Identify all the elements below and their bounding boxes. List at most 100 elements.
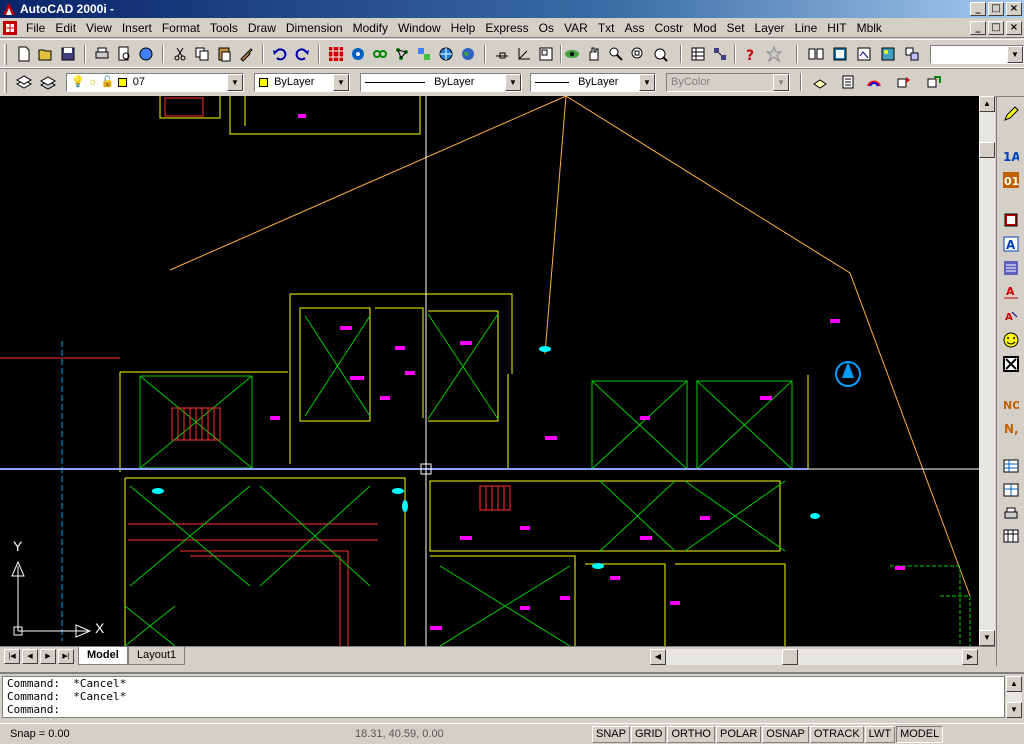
menu-insert[interactable]: Insert <box>122 21 152 35</box>
print-preview-button[interactable] <box>114 44 134 64</box>
menu-txt[interactable]: Txt <box>598 21 615 35</box>
text-a-button[interactable]: A <box>1001 234 1021 254</box>
close-button[interactable]: × <box>1006 2 1022 16</box>
status-polar-button[interactable]: POLAR <box>716 726 762 743</box>
help-button[interactable]: ? <box>740 44 760 64</box>
next-tab-icon[interactable]: ▶ <box>40 649 56 664</box>
properties-button[interactable] <box>688 44 708 64</box>
layer-color-button[interactable] <box>864 72 884 92</box>
status-osnap-button[interactable]: OSNAP <box>762 726 809 743</box>
autocad-today-button[interactable] <box>326 44 346 64</box>
menu-help[interactable]: Help <box>451 21 476 35</box>
drawing-canvas[interactable]: Y X <box>0 96 979 646</box>
linetype-combo[interactable]: ByLayer ▼ <box>360 73 522 92</box>
horizontal-scroll-thumb[interactable] <box>782 649 798 665</box>
menu-dimension[interactable]: Dimension <box>286 21 343 35</box>
maximize-button[interactable]: □ <box>988 2 1004 16</box>
design-center-button[interactable] <box>370 44 390 64</box>
publish-button[interactable] <box>136 44 156 64</box>
menu-line[interactable]: Line <box>795 21 818 35</box>
text-1a-button[interactable]: 1A <box>1001 146 1021 166</box>
menu-set[interactable]: Set <box>727 21 745 35</box>
list-button[interactable] <box>1001 258 1021 278</box>
previous-tab-icon[interactable]: ◀ <box>22 649 38 664</box>
xref-button[interactable] <box>902 44 922 64</box>
color-dropdown-icon[interactable]: ▼ <box>333 74 349 91</box>
minimize-button[interactable]: _ <box>970 2 986 16</box>
vertical-scroll-thumb[interactable] <box>979 142 995 158</box>
first-tab-icon[interactable]: |◀ <box>4 649 20 664</box>
zoom-previous-button[interactable] <box>650 44 670 64</box>
text-01-button[interactable]: 01 <box>1001 170 1021 190</box>
scroll-left-arrow-icon[interactable]: ◀ <box>650 649 666 665</box>
adcenter-button[interactable] <box>710 44 730 64</box>
toolbar-grip[interactable] <box>4 72 7 93</box>
view-combo[interactable]: ▼ <box>930 45 1024 64</box>
paste-button[interactable] <box>214 44 234 64</box>
new-button[interactable] <box>14 44 34 64</box>
doc-close-button[interactable]: × <box>1006 21 1022 35</box>
attribute-button[interactable]: A <box>1001 306 1021 326</box>
color-combo[interactable]: ByLayer ▼ <box>254 73 350 92</box>
named-views-button[interactable] <box>806 44 826 64</box>
scroll-right-arrow-icon[interactable]: ▶ <box>962 649 978 665</box>
open-button[interactable] <box>36 44 56 64</box>
tile-viewports-button[interactable] <box>536 44 556 64</box>
command-scroll-up-icon[interactable]: ▲ <box>1006 676 1022 692</box>
dbconnect-button[interactable] <box>436 44 456 64</box>
export-table-button[interactable] <box>1001 526 1021 546</box>
web-browse-button[interactable] <box>392 44 412 64</box>
floor-plan-drawing[interactable] <box>0 96 979 646</box>
viewport-button[interactable] <box>830 44 850 64</box>
toolbar-grip[interactable] <box>4 44 7 65</box>
menu-modify[interactable]: Modify <box>353 21 388 35</box>
last-tab-icon[interactable]: ▶| <box>58 649 74 664</box>
express-tools-button[interactable] <box>764 44 784 64</box>
menu-mod[interactable]: Mod <box>693 21 716 35</box>
layer-previous-button[interactable] <box>810 72 830 92</box>
table-button[interactable] <box>1001 456 1021 476</box>
text-no-button[interactable]: NO <box>1001 394 1021 414</box>
drawing-horizontal-scrollbar[interactable]: ◀ ▶ <box>650 649 978 665</box>
match-properties-button[interactable] <box>236 44 256 64</box>
coordinate-readout[interactable]: 18.31, 40.59, 0.00 <box>355 728 444 740</box>
image-button[interactable] <box>878 44 898 64</box>
menu-draw[interactable]: Draw <box>248 21 276 35</box>
doc-restore-button[interactable]: □ <box>988 21 1004 35</box>
tab-layout1[interactable]: Layout1 <box>128 647 186 665</box>
cut-button[interactable] <box>170 44 190 64</box>
layer-match-button[interactable] <box>894 72 914 92</box>
drawing-document-icon[interactable] <box>2 20 18 36</box>
status-grid-button[interactable]: GRID <box>630 726 667 743</box>
menu-ass[interactable]: Ass <box>624 21 644 35</box>
menu-var[interactable]: VAR <box>564 21 588 35</box>
linetype-dropdown-icon[interactable]: ▼ <box>505 74 521 91</box>
pan-realtime-button[interactable] <box>562 44 582 64</box>
zoom-realtime-button[interactable] <box>606 44 626 64</box>
menu-tools[interactable]: Tools <box>210 21 238 35</box>
block-button[interactable] <box>1001 210 1021 230</box>
ucs-button[interactable] <box>514 44 534 64</box>
print-layout-button[interactable] <box>1001 504 1021 524</box>
properties-tool-button[interactable] <box>414 44 434 64</box>
menu-view[interactable]: View <box>86 21 112 35</box>
lineweight-combo[interactable]: ByLayer ▼ <box>530 73 656 92</box>
status-ortho-button[interactable]: ORTHO <box>667 726 715 743</box>
doc-minimize-button[interactable]: _ <box>970 21 986 35</box>
menu-format[interactable]: Format <box>162 21 200 35</box>
draw-order-button[interactable] <box>1001 104 1021 124</box>
undo-button[interactable] <box>270 44 290 64</box>
table-edit-button[interactable] <box>1001 480 1021 500</box>
meet-now-button[interactable] <box>348 44 368 64</box>
zoom-window-button[interactable] <box>628 44 648 64</box>
tab-model[interactable]: Model <box>78 647 128 665</box>
drawing-vertical-scrollbar[interactable]: ▲ ▼ <box>979 96 995 646</box>
menu-edit[interactable]: Edit <box>55 21 76 35</box>
layer-combo[interactable]: 💡 ☼ 🔓 07 ▼ <box>66 73 244 92</box>
command-history[interactable]: Command: *Cancel* Command: *Cancel* Comm… <box>2 676 1005 718</box>
status-model-button[interactable]: MODEL <box>896 726 944 743</box>
redo-button[interactable] <box>292 44 312 64</box>
lineweight-dropdown-icon[interactable]: ▼ <box>639 74 655 91</box>
command-scroll-down-icon[interactable]: ▼ <box>1006 702 1022 718</box>
status-lwt-button[interactable]: LWT <box>864 726 896 743</box>
